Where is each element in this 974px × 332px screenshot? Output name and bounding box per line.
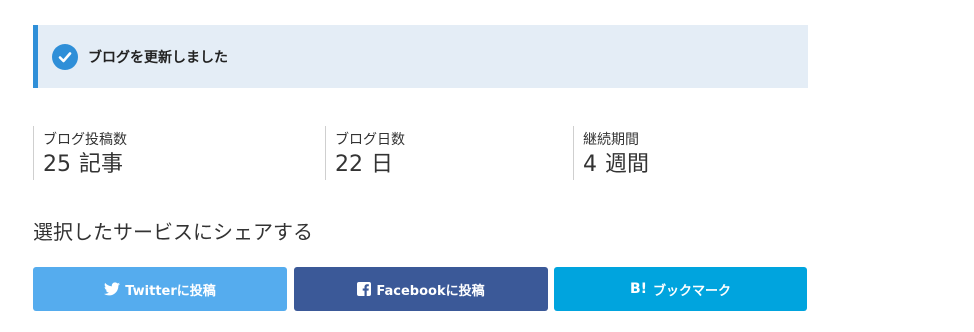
stat-unit: 日	[371, 152, 394, 177]
update-notice: ブログを更新しました	[33, 25, 808, 88]
stat-value: 4 週間	[583, 150, 808, 180]
facebook-icon	[357, 282, 372, 296]
stat-blog-days: ブログ日数 22 日	[325, 126, 565, 180]
stat-number: 4	[583, 152, 597, 177]
twitter-share-button[interactable]: Twitterに投稿	[33, 267, 287, 311]
stat-duration: 継続期間 4 週間	[573, 126, 808, 180]
stat-post-count: ブログ投稿数 25 記事	[33, 126, 313, 180]
stat-unit: 週間	[605, 152, 650, 177]
twitter-share-label: Twitterに投稿	[125, 283, 216, 299]
facebook-share-label: Facebookに投稿	[376, 283, 485, 299]
notice-message: ブログを更新しました	[88, 49, 228, 66]
hatena-bookmark-icon: B!	[629, 281, 648, 297]
stat-label: ブログ投稿数	[43, 132, 127, 148]
share-heading: 選択したサービスにシェアする	[33, 220, 313, 244]
stat-label: ブログ日数	[335, 132, 405, 148]
check-circle-icon	[52, 43, 78, 70]
stat-unit: 記事	[79, 152, 124, 177]
hatena-bookmark-button[interactable]: B! ブックマーク	[554, 267, 807, 311]
hatena-bookmark-label: ブックマーク	[653, 283, 732, 299]
twitter-icon	[104, 282, 121, 296]
stat-value: 25 記事	[43, 150, 313, 180]
stat-number: 22	[335, 152, 363, 177]
stat-label: 継続期間	[583, 132, 639, 148]
stat-number: 25	[43, 152, 71, 177]
facebook-share-button[interactable]: Facebookに投稿	[294, 267, 548, 311]
blog-stats: ブログ投稿数 25 記事 ブログ日数 22 日 継続期間 4 週間	[0, 126, 974, 180]
stat-value: 22 日	[335, 150, 565, 180]
